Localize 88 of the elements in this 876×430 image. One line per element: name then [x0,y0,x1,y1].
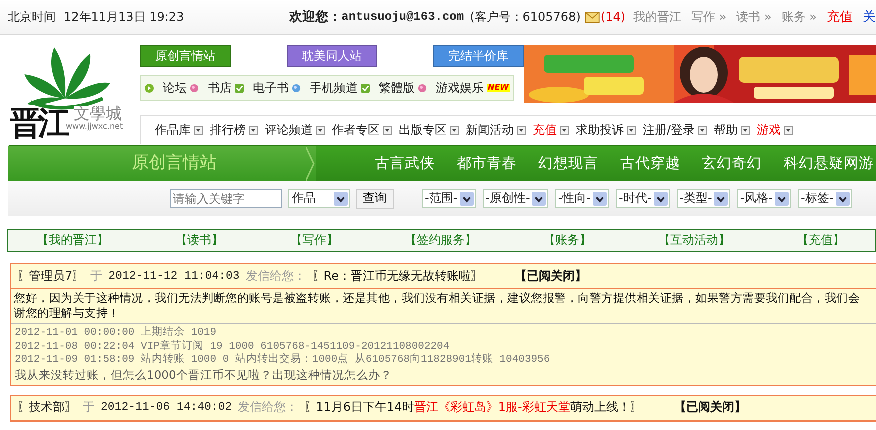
nav-link[interactable]: 作者专区 [332,122,380,138]
channel-link[interactable]: 幻想现言 [538,154,599,173]
sub-nav-link[interactable]: 【读书】 [176,232,224,249]
search-button[interactable]: 查询 [356,188,394,208]
nav-link[interactable]: 出版专区 [399,122,447,138]
mail-icon [584,12,600,22]
message-text: 您好，因为关于这种情况，我们无法判断您的账号是被盗转账，还是其他，我们没有相关证据，建议您报警，向警方提供相关证据，如果警方需要我们配合，我们会 谢您的理解与支持！ [14,291,861,321]
chevron-icon [306,146,315,180]
quick-link[interactable]: 手机频道 [310,80,358,96]
at-label: 于 [83,399,95,416]
quoted-records: 2012-11-01 00:00:00 上期结余 1019 2012-11-08 00:22:04 VIP章节订阅 19 1000 6105768-1451109-20121108002204 2012-11-09 01:58:09 站内转账 1000 0 站内转出交易：1000点 从6105768向11828901转账 10403956 [15,327,552,368]
message-status[interactable]: 【已阅关闭】 [674,399,746,416]
to-label: 发信给您： [238,399,298,416]
logo-brand: 晋江 [10,107,66,139]
nav-link[interactable]: 注册/登录 [643,122,696,138]
dropdown[interactable]: -范围- [422,189,476,208]
message-time: 2012-11-06 14:40:02 [101,401,232,414]
dropdown-icon [194,126,203,134]
nav-link[interactable]: 排行榜 [210,122,246,138]
sub-nav-link[interactable]: 【充值】 [796,232,845,249]
sub-nav-link[interactable]: 【我的晋江】 [37,232,109,249]
dropdown[interactable]: -风格- [737,189,792,208]
sub-nav-link[interactable]: 【互动活动】 [658,232,730,249]
logo-url: www.jjwxc.net [66,123,124,131]
check-icon [235,84,244,92]
user-email: antusuoju@163.com [342,10,464,24]
dropdown-icon [784,126,794,134]
arrow-icon [145,84,154,92]
top-link[interactable]: 关 [863,8,876,26]
dropdown-icon [450,126,459,134]
nav-link[interactable]: 新闻活动 [466,122,514,138]
channel-link[interactable]: 古代穿越 [620,154,680,173]
dropdown-icon [316,126,325,134]
message-sender: 〖技术部〗 [17,399,77,416]
sub-nav-link[interactable]: 【写作】 [290,232,338,249]
date-time: 12年11月13日 19:23 [64,8,184,26]
search-field[interactable]: 请输入关键字 [170,189,282,208]
nav-link[interactable]: 帮助 [714,122,738,138]
site-button[interactable]: 耽美同人站 [286,45,378,67]
site-button[interactable]: 原创言情站 [140,45,231,67]
dot-icon [190,84,199,92]
dot-icon [418,84,427,92]
dropdown-icon [741,126,750,134]
message-subject[interactable]: 〖11月6日下午14时晋江《彩虹岛》1服-彩虹天堂萌动上线！〗 [304,399,642,416]
mail-count[interactable]: (14) [600,10,626,24]
message-status[interactable]: 【已阅关闭】 [514,268,587,284]
sub-nav-link[interactable]: 【签约服务】 [404,232,477,249]
dropdown-icon [698,126,708,134]
new-badge: NEW [487,84,510,92]
dropdown-icon [627,126,636,134]
quick-link[interactable]: 电子书 [253,80,289,96]
channel-link[interactable]: 玄幻奇幻 [702,154,762,173]
dot-icon [292,84,301,92]
dropdown-icon [517,126,526,134]
customer-number: (客户号：6105768) [470,8,581,26]
dropdown[interactable]: -原创性- [482,189,548,208]
message-sender: 〖管理员7〗 [17,268,85,284]
channel-link[interactable]: 古言武侠 [375,154,435,173]
message-subject[interactable]: 〖Re：晋江币无缘无故转账啦〗 [312,268,483,284]
nav-link[interactable]: 游戏 [757,122,782,138]
quick-link[interactable]: 论坛 [163,80,187,96]
quick-link[interactable]: 繁體版 [379,80,415,96]
dropdown[interactable]: -类型- [676,189,730,208]
dropdown-icon [249,126,258,134]
nav-link[interactable]: 评论频道 [265,122,313,138]
dropdown[interactable]: -标签- [798,189,852,208]
at-label: 于 [90,268,103,284]
time-label: 北京时间 [8,8,56,26]
quick-link[interactable]: 游戏娱乐 [436,80,484,96]
nav-link[interactable]: 充值 [533,122,557,138]
nav-link[interactable]: 作品库 [155,122,191,138]
dropdown-icon [383,126,392,134]
sub-nav-link[interactable]: 【账务】 [544,232,592,249]
quick-link[interactable]: 书店 [208,80,232,96]
message-time: 2012-11-12 11:04:03 [108,270,240,282]
channel-link[interactable]: 科幻悬疑网游 [784,154,874,173]
nav-link[interactable]: 求助投诉 [576,122,624,138]
channel-link[interactable]: 都市青春 [456,154,517,173]
dropdown[interactable]: -时代- [616,189,670,208]
dropdown[interactable]: 作品 [288,189,350,208]
dropdown[interactable]: -性向- [555,189,610,208]
check-icon [361,84,370,92]
quoted-question: 我从来没转过账，但怎么1000个晋江币不见啦？出现这种情况怎么办？ [15,368,394,382]
top-link[interactable]: 充值 [827,8,853,26]
welcome-label: 欢迎您： [290,8,342,26]
logo-name: 文學城 [74,106,122,122]
to-label: 发信给您： [246,268,306,284]
dropdown-icon [560,126,569,134]
